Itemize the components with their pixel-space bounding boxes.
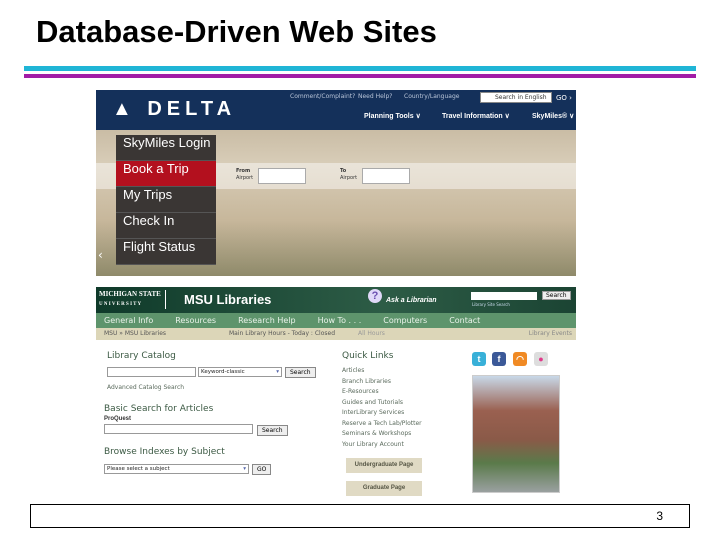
catalog-type-select[interactable]: Keyword-classic ▾ [198, 367, 282, 377]
site-search-label: Library Site Search [472, 302, 510, 307]
quick-links-heading: Quick Links [342, 351, 394, 361]
msu-screenshot: MICHIGAN STATE U N I V E R S I T Y MSU Li… [96, 287, 576, 497]
nav-contact[interactable]: Contact [449, 316, 480, 325]
browse-heading: Browse Indexes by Subject [104, 447, 225, 457]
msu-logo: MICHIGAN STATE U N I V E R S I T Y [99, 290, 166, 309]
advanced-catalog-link[interactable]: Advanced Catalog Search [107, 384, 184, 391]
facebook-icon[interactable]: f [492, 352, 506, 366]
delta-menu: SkyMiles Login Book a Trip My Trips Chec… [116, 135, 216, 265]
nav-skymiles[interactable]: SkyMiles® ∨ [532, 112, 574, 120]
from-airport-input[interactable] [258, 168, 306, 184]
page-number: 3 [656, 509, 663, 523]
menu-flight-status[interactable]: Flight Status [116, 239, 216, 265]
nav-general-info[interactable]: General Info [104, 316, 153, 325]
flickr-icon[interactable]: ● [534, 352, 548, 366]
quick-link-account[interactable]: Your Library Account [342, 441, 404, 448]
nav-resources[interactable]: Resources [175, 316, 216, 325]
all-hours-link[interactable]: All Hours [358, 330, 385, 337]
quick-link-branch-libraries[interactable]: Branch Libraries [342, 378, 391, 385]
title-rule-cyan [24, 66, 696, 71]
articles-search-input[interactable] [104, 424, 253, 434]
title-rule-purple [24, 74, 696, 78]
chevron-down-icon: ▾ [243, 466, 246, 472]
chevron-down-icon: ▾ [276, 369, 279, 375]
country-link[interactable]: Country/Language [404, 93, 459, 100]
library-hours: Main Library Hours - Today : Closed [229, 330, 336, 337]
delta-screenshot: ▲ DELTA Comment/Complaint? Need Help? Co… [96, 90, 576, 276]
msu-header: MICHIGAN STATE U N I V E R S I T Y MSU Li… [96, 287, 576, 313]
library-building-photo [472, 375, 560, 493]
menu-skymiles-login[interactable]: SkyMiles Login [116, 135, 216, 161]
delta-logo: ▲ DELTA [112, 98, 237, 120]
menu-book-a-trip[interactable]: Book a Trip [116, 161, 216, 187]
site-search-button[interactable]: Search [542, 291, 571, 300]
delta-search-input[interactable]: Search in English [480, 92, 552, 103]
rss-icon[interactable]: ◠ [513, 352, 527, 366]
site-search-input[interactable] [471, 292, 537, 300]
to-label: To Airport [340, 168, 358, 181]
catalog-search-button[interactable]: Search [285, 367, 316, 378]
library-events-link[interactable]: Library Events [529, 330, 572, 337]
nav-travel-information[interactable]: Travel Information ∨ [442, 112, 510, 120]
nav-computers[interactable]: Computers [383, 316, 427, 325]
msu-nav: General Info Resources Research Help How… [96, 313, 576, 328]
from-label: From Airport [236, 168, 254, 181]
slide-footer: 3 [30, 504, 690, 528]
to-airport-input[interactable] [362, 168, 410, 184]
slide-title: Database-Driven Web Sites [36, 14, 437, 49]
delta-header: ▲ DELTA Comment/Complaint? Need Help? Co… [96, 90, 576, 130]
proquest-label: ProQuest [104, 416, 132, 422]
nav-research-help[interactable]: Research Help [238, 316, 295, 325]
quick-link-tech-lab[interactable]: Reserve a Tech Lab/Plotter [342, 420, 422, 427]
menu-check-in[interactable]: Check In [116, 213, 216, 239]
menu-my-trips[interactable]: My Trips [116, 187, 216, 213]
quick-link-seminars[interactable]: Seminars & Workshops [342, 430, 411, 437]
twitter-icon[interactable]: t [472, 352, 486, 366]
quick-link-interlibrary[interactable]: InterLibrary Services [342, 409, 404, 416]
go-button[interactable]: GO › [556, 94, 572, 102]
catalog-search-input[interactable] [107, 367, 196, 377]
ask-librarian-link[interactable]: Ask a Librarian [386, 297, 437, 304]
catalog-heading: Library Catalog [107, 351, 176, 361]
chevron-left-icon[interactable]: ‹ [98, 248, 103, 262]
nav-how-to[interactable]: How To . . . [318, 316, 362, 325]
articles-search-button[interactable]: Search [257, 425, 288, 436]
graduate-page-button[interactable]: Graduate Page [346, 481, 422, 496]
browse-go-button[interactable]: GO [252, 464, 272, 475]
help-link[interactable]: Need Help? [358, 93, 392, 100]
nav-planning-tools[interactable]: Planning Tools ∨ [364, 112, 421, 120]
quick-link-guides[interactable]: Guides and Tutorials [342, 399, 403, 406]
breadcrumb-bar: MSU » MSU Libraries Main Library Hours -… [96, 328, 576, 340]
msu-title: MSU Libraries [184, 292, 272, 307]
quick-link-e-resources[interactable]: E-Resources [342, 388, 379, 395]
undergraduate-page-button[interactable]: Undergraduate Page [346, 458, 422, 473]
breadcrumb[interactable]: MSU » MSU Libraries [104, 330, 166, 337]
comment-link[interactable]: Comment/Complaint? [290, 93, 355, 100]
subject-select[interactable]: Please select a subject ▾ [104, 464, 249, 474]
quick-link-articles[interactable]: Articles [342, 367, 364, 374]
articles-heading: Basic Search for Articles [104, 404, 214, 414]
question-icon: ? [368, 289, 382, 303]
